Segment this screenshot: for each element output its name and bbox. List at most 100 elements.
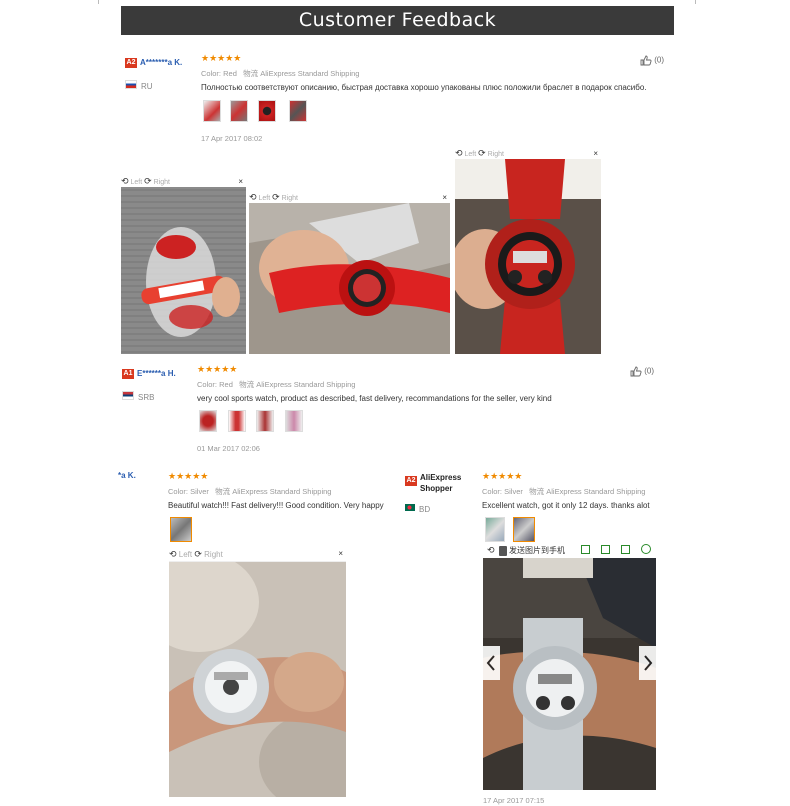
close-icon[interactable]: ×	[238, 176, 243, 187]
review-thumbnail[interactable]	[289, 100, 307, 122]
review-meta: Color: Red 物流 AliExpress Standard Shippi…	[201, 68, 359, 79]
color-label: Color:	[197, 380, 218, 389]
flag-srb-icon	[122, 391, 134, 401]
reviewer-name: *a K.	[118, 471, 136, 480]
rotate-right-icon[interactable]: ⟳	[478, 148, 486, 158]
rating-stars: ★★★★★	[197, 364, 238, 374]
thumbs-up-icon	[630, 366, 642, 377]
review-meta: Color: Silver 物流 AliExpress Standard Shi…	[168, 486, 331, 497]
rotate-right-icon[interactable]: ⟳	[194, 549, 202, 559]
reviewer-name: E******a H.	[137, 369, 176, 379]
review-date: 01 Mar 2017 02:06	[197, 444, 260, 453]
rotate-right-label: Right	[153, 179, 170, 186]
shipping-value: AliExpress Standard Shipping	[546, 487, 646, 496]
red-watch-on-wrist-photo	[455, 159, 601, 354]
rotate-left-icon[interactable]: ⟲	[487, 545, 495, 555]
rotate-left-icon[interactable]: ⟲	[121, 176, 129, 186]
reviewer-info: A1 E******a H. SRB	[122, 365, 176, 405]
like-count: (0)	[654, 55, 665, 65]
packaged-bracelet-photo	[121, 187, 246, 354]
share-icon[interactable]	[621, 545, 630, 554]
review-thumbnail[interactable]	[256, 410, 274, 432]
review-text: very cool sports watch, product as descr…	[197, 394, 552, 403]
country: SRB	[138, 393, 155, 402]
level-badge: A2	[405, 475, 417, 486]
flag-bd-icon	[405, 504, 415, 512]
review-text: Beautiful watch!!! Fast delivery!!! Good…	[168, 501, 384, 510]
reviewer-name: AliExpress Shopper	[420, 473, 462, 493]
color-value: Silver	[190, 487, 209, 496]
chevron-left-icon	[486, 655, 495, 671]
rating-stars: ★★★★★	[168, 471, 209, 481]
country: BD	[419, 505, 431, 514]
like-count: (0)	[644, 366, 655, 376]
review-thumbnail[interactable]	[228, 410, 246, 432]
phone-icon	[498, 545, 507, 556]
rotate-left-icon[interactable]: ⟲	[169, 549, 177, 559]
review-thumbnail[interactable]	[230, 100, 248, 122]
save-icon[interactable]	[601, 545, 610, 554]
shipping-label: 物流	[239, 380, 255, 389]
review-thumbnail-selected[interactable]	[513, 517, 535, 542]
flag-ru-icon	[125, 80, 137, 90]
review-thumbnail[interactable]	[203, 100, 221, 122]
shipping-label: 物流	[529, 487, 545, 496]
photo-viewer[interactable]: ⟲ Left ⟳ Right ×	[121, 176, 246, 354]
review-thumbnail-selected[interactable]	[170, 517, 192, 542]
color-value: Red	[219, 380, 233, 389]
viewer-toolbar: ⟲ 发送图片到手机	[483, 542, 656, 558]
level-badge: A2	[125, 57, 137, 68]
send-to-phone-label[interactable]: 发送图片到手机	[509, 546, 565, 555]
reviewer-info: A2 AliExpress Shopper BD	[405, 472, 482, 517]
viewer-toolbar: ⟲ Left ⟳ Right ×	[121, 176, 246, 187]
rotate-right-icon[interactable]: ⟳	[272, 192, 280, 202]
rating-stars: ★★★★★	[201, 53, 242, 63]
viewer-toolbar: ⟲ Left ⟳ Right ×	[169, 547, 346, 562]
rotate-left-label: Left	[178, 550, 193, 559]
close-icon[interactable]: ×	[593, 148, 598, 159]
color-label: Color:	[168, 487, 189, 496]
rotate-left-label: Left	[130, 179, 143, 186]
like-button[interactable]: (0)	[640, 55, 664, 66]
review-thumbnail[interactable]	[485, 517, 505, 542]
rotate-left-label: Left	[464, 151, 477, 158]
shipping-value: AliExpress Standard Shipping	[256, 380, 356, 389]
color-value: Red	[223, 69, 237, 78]
review-date: 17 Apr 2017 07:15	[483, 796, 545, 805]
settings-icon[interactable]	[641, 544, 651, 554]
prev-photo-button[interactable]	[483, 646, 500, 680]
photo-viewer[interactable]: ⟲ Left ⟳ Right ×	[249, 192, 450, 354]
frame-tick	[98, 0, 99, 4]
review-thumbnail[interactable]	[285, 410, 303, 432]
rotate-left-icon[interactable]: ⟲	[455, 148, 463, 158]
review-thumbnail[interactable]	[258, 100, 276, 122]
shipping-label: 物流	[215, 487, 231, 496]
color-value: Silver	[504, 487, 523, 496]
rotate-right-label: Right	[487, 151, 504, 158]
rotate-right-label: Right	[281, 195, 298, 202]
next-photo-button[interactable]	[639, 646, 656, 680]
country: RU	[141, 82, 153, 91]
section-title: Customer Feedback	[121, 6, 674, 35]
like-button[interactable]: (0)	[630, 366, 654, 377]
rotate-left-icon[interactable]: ⟲	[249, 192, 257, 202]
rotate-right-label: Right	[204, 550, 223, 559]
reviewer-info: A2 A*******a K. RU	[125, 54, 182, 94]
photo-viewer[interactable]: ⟲ Left ⟳ Right ×	[455, 148, 601, 354]
review-text: Excellent watch, got it only 12 days. th…	[482, 501, 650, 510]
color-label: Color:	[482, 487, 503, 496]
rotate-left-label: Left	[258, 195, 271, 202]
photo-viewer[interactable]: ⟲ Left ⟳ Right ×	[169, 547, 346, 797]
rotate-right-icon[interactable]: ⟳	[144, 176, 152, 186]
fullscreen-icon[interactable]	[581, 545, 590, 554]
color-label: Color:	[201, 69, 222, 78]
photo-viewer[interactable]: ⟲ 发送图片到手机	[483, 542, 656, 790]
shipping-value: AliExpress Standard Shipping	[260, 69, 360, 78]
close-icon[interactable]: ×	[442, 192, 447, 203]
frame-tick	[695, 0, 696, 4]
review-thumbnail[interactable]	[199, 410, 217, 432]
reviewer-name: A*******a K.	[140, 58, 183, 68]
silver-watch-on-wrist-photo	[483, 558, 656, 790]
red-watch-photo	[249, 203, 450, 354]
close-icon[interactable]: ×	[338, 547, 343, 561]
